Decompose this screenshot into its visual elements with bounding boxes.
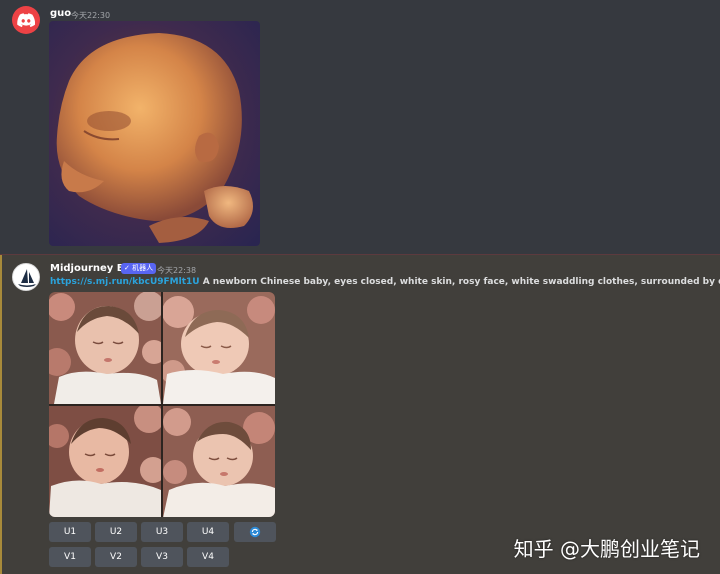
prompt-description: A newborn Chinese baby, eyes closed, whi… bbox=[202, 277, 720, 287]
grid-image-2[interactable] bbox=[163, 292, 275, 404]
grid-image-1[interactable] bbox=[49, 292, 161, 404]
message-timestamp: 今天22:30 bbox=[71, 11, 111, 20]
ultrasound-image[interactable] bbox=[49, 21, 260, 246]
variation-button-2[interactable]: V2 bbox=[95, 547, 137, 567]
message-midjourney-bot: Midjourney Bot ✓ 机器人 今天22:38 https://s.m… bbox=[0, 255, 720, 574]
prompt-text: https://s.mj.run/kbcU9FMlt1U A newborn C… bbox=[50, 277, 720, 287]
midjourney-boat-icon bbox=[18, 269, 36, 287]
mention-highlight-bar bbox=[0, 255, 2, 574]
message-guo: guo 今天22:30 bbox=[0, 0, 720, 254]
upscale-button-3[interactable]: U3 bbox=[141, 522, 183, 542]
upscale-button-2[interactable]: U2 bbox=[95, 522, 137, 542]
upscale-button-1[interactable]: U1 bbox=[49, 522, 91, 542]
variation-button-3[interactable]: V3 bbox=[141, 547, 183, 567]
prompt-link[interactable]: https://s.mj.run/kbcU9FMlt1U bbox=[50, 277, 200, 287]
zhihu-watermark: 知乎 @大鹏创业笔记 bbox=[513, 537, 700, 561]
refresh-icon bbox=[249, 526, 261, 538]
variation-button-4[interactable]: V4 bbox=[187, 547, 229, 567]
upscale-button-4[interactable]: U4 bbox=[187, 522, 229, 542]
discord-logo-icon bbox=[17, 13, 35, 27]
reroll-button[interactable] bbox=[234, 522, 276, 542]
bot-badge: ✓ 机器人 bbox=[121, 263, 157, 274]
message-timestamp: 今天22:38 bbox=[157, 266, 197, 275]
grid-image-3[interactable] bbox=[49, 406, 161, 517]
grid-image-4[interactable] bbox=[163, 406, 275, 517]
user-avatar[interactable] bbox=[12, 6, 40, 34]
four-image-grid[interactable] bbox=[49, 292, 275, 517]
variation-button-1[interactable]: V1 bbox=[49, 547, 91, 567]
author-name[interactable]: guo bbox=[50, 8, 71, 19]
bot-avatar[interactable] bbox=[12, 263, 40, 291]
